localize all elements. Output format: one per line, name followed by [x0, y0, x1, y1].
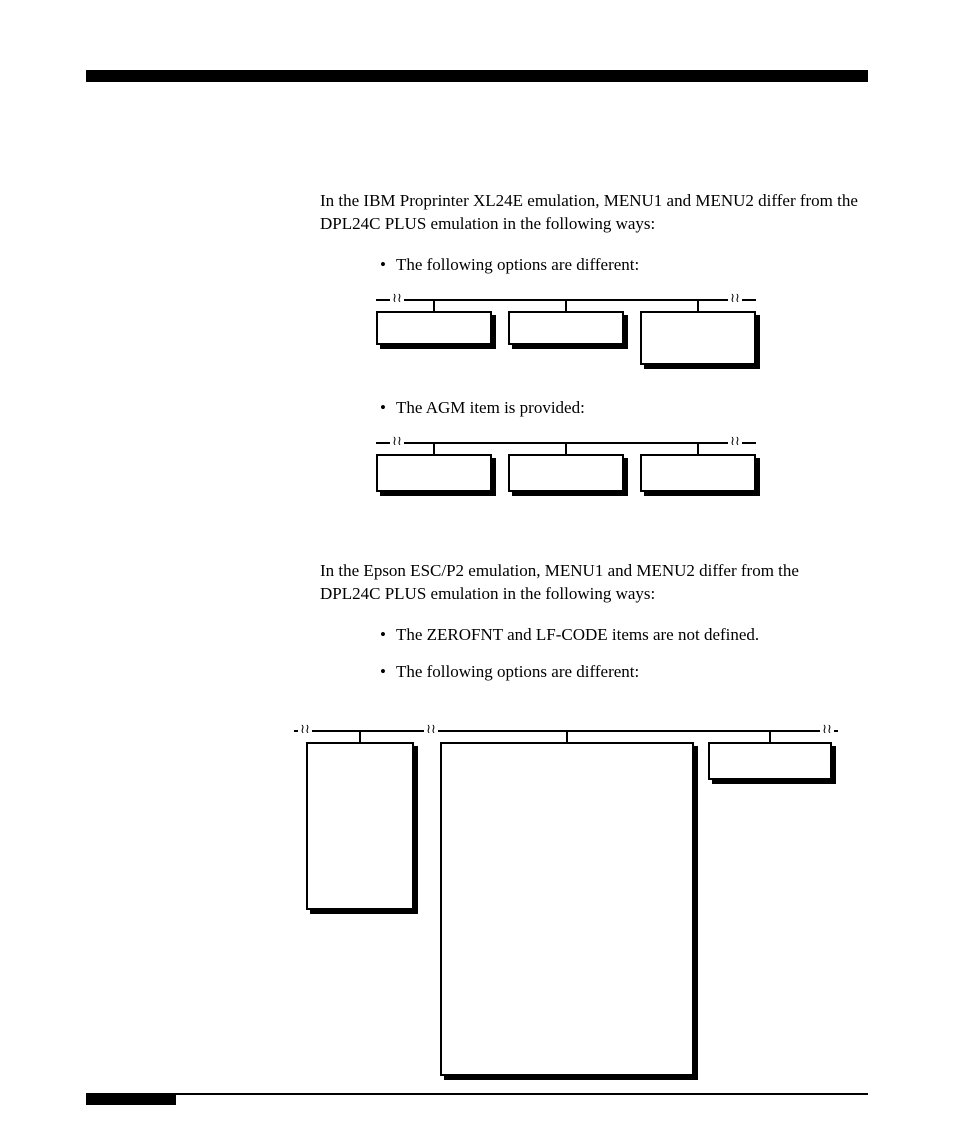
option-box	[376, 454, 492, 492]
bullet-icon: •	[380, 661, 386, 684]
main-content: In the IBM Proprinter XL24E emulation, M…	[320, 190, 860, 684]
bullet-item: • The following options are different:	[320, 661, 860, 684]
bullet-icon: •	[380, 254, 386, 277]
break-glyph: ≀≀	[424, 722, 438, 738]
bullet-icon: •	[380, 624, 386, 647]
bullet-icon: •	[380, 397, 386, 420]
option-box	[640, 454, 756, 492]
bullet-text: The ZEROFNT and LF-CODE items are not de…	[396, 624, 759, 647]
bullet-text: The AGM item is provided:	[396, 397, 585, 420]
bullet-text: The following options are different:	[396, 254, 639, 277]
option-box	[508, 454, 624, 492]
section2-intro: In the Epson ESC/P2 emulation, MENU1 and…	[320, 560, 860, 606]
option-box	[708, 742, 832, 780]
bottom-thick-bar	[86, 1093, 176, 1105]
bullet-item: • The following options are different:	[320, 254, 860, 277]
diagram-ibm-agm: ≀≀ ≀≀	[376, 434, 756, 504]
option-box	[306, 742, 414, 910]
option-box	[376, 311, 492, 345]
bullet-text: The following options are different:	[396, 661, 639, 684]
diagram-ibm-options: ≀≀ ≀≀	[376, 291, 756, 369]
option-box	[508, 311, 624, 345]
option-box	[640, 311, 756, 365]
top-rule	[86, 70, 868, 82]
option-box	[440, 742, 694, 1076]
bullet-item: • The ZEROFNT and LF-CODE items are not …	[320, 624, 860, 647]
section1-intro: In the IBM Proprinter XL24E emulation, M…	[320, 190, 860, 236]
bottom-rule	[86, 1093, 868, 1095]
bullet-item: • The AGM item is provided:	[320, 397, 860, 420]
